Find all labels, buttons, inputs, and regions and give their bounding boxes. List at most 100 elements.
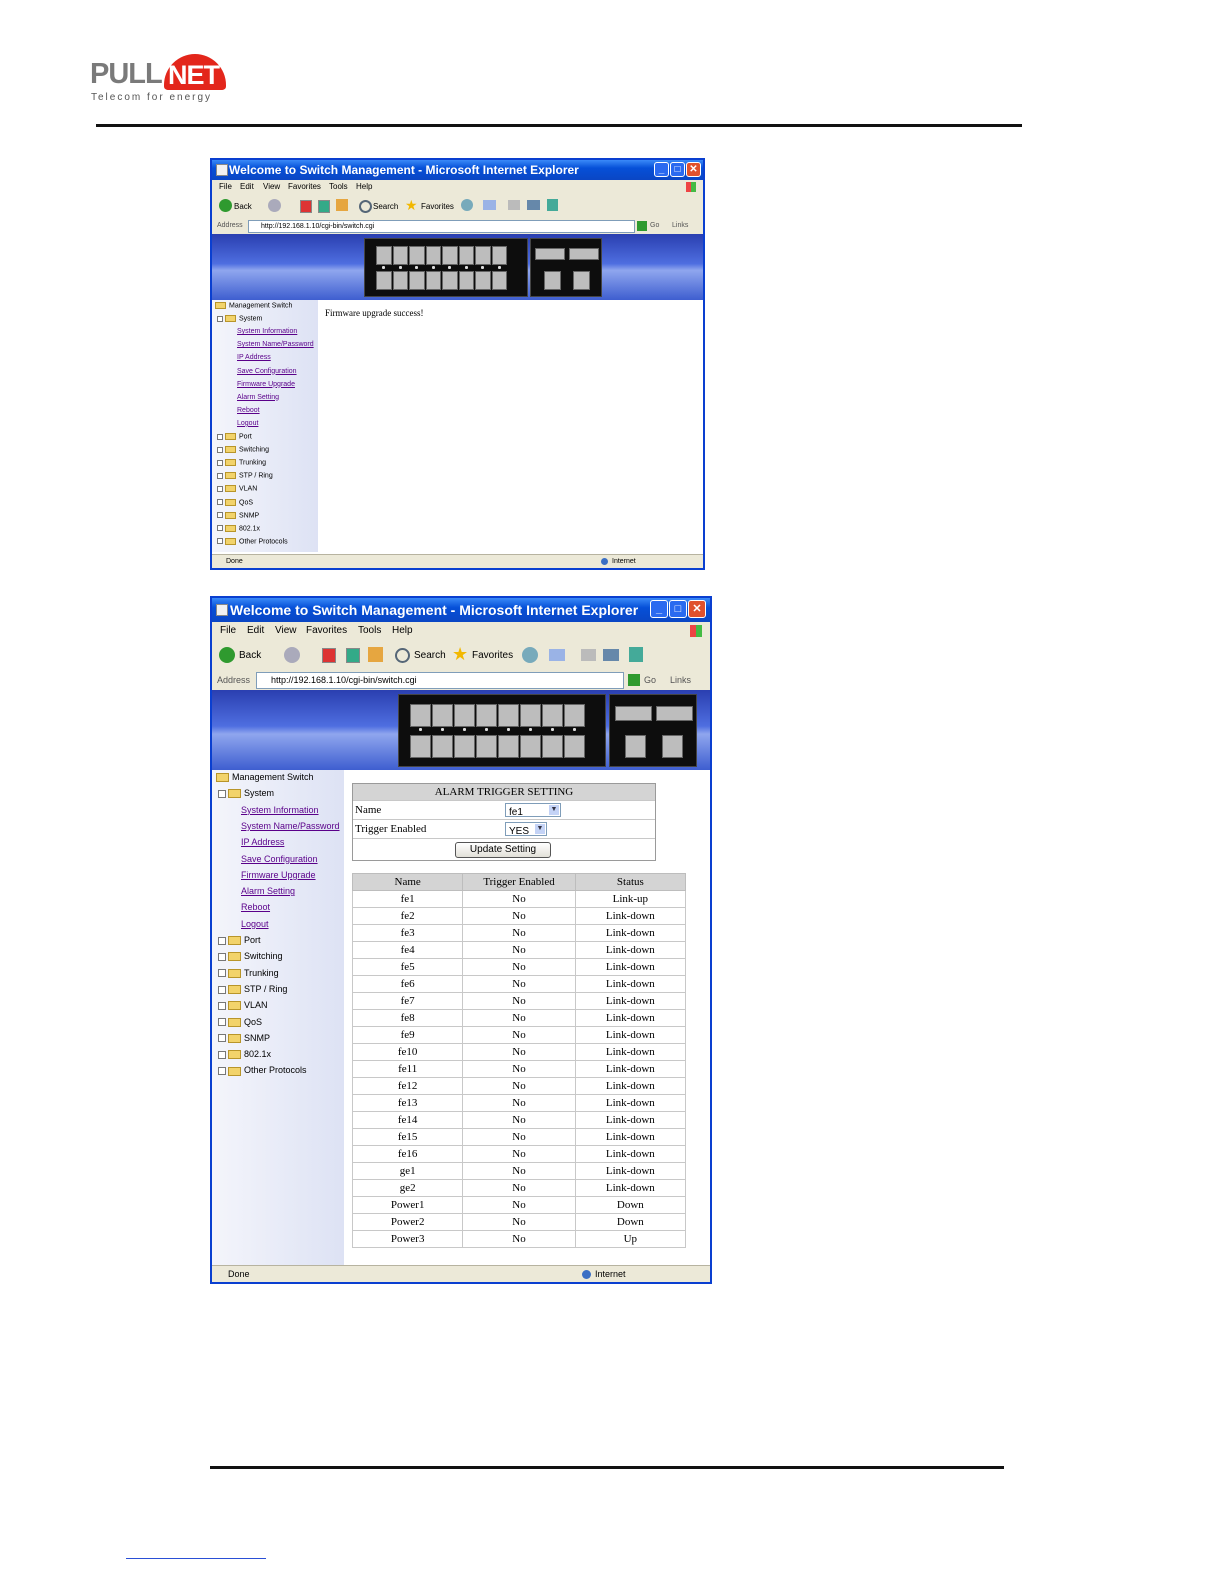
back-arrow-icon[interactable]: [219, 199, 232, 212]
mail-icon[interactable]: [483, 200, 496, 210]
expand-icon[interactable]: [217, 485, 223, 492]
menu-edit[interactable]: Edit: [240, 180, 254, 194]
menu-help[interactable]: Help: [392, 622, 413, 640]
messenger-icon[interactable]: [629, 647, 643, 662]
menu-favorites[interactable]: Favorites: [288, 180, 321, 194]
tree-folder-item[interactable]: VLAN: [218, 1000, 268, 1011]
tree-link-item[interactable]: Logout: [237, 420, 258, 427]
tree-folder-item[interactable]: SNMP: [217, 511, 259, 519]
update-setting-button[interactable]: Update Setting: [455, 842, 551, 858]
tree-link-item[interactable]: System Name/Password: [241, 821, 340, 831]
menu-tools[interactable]: Tools: [358, 622, 381, 640]
address-field[interactable]: http://192.168.1.10/cgi-bin/switch.cgi: [248, 220, 635, 233]
tree-folder-item[interactable]: STP / Ring: [217, 472, 273, 480]
print-icon[interactable]: [581, 649, 596, 661]
favorites-star-icon[interactable]: ★: [405, 197, 418, 214]
tree-link-item[interactable]: Reboot: [241, 902, 270, 912]
mail-icon[interactable]: [549, 649, 565, 661]
close-button[interactable]: ✕: [686, 162, 701, 177]
tree-folder-item[interactable]: Switching: [217, 446, 269, 453]
port-name-select[interactable]: fe1 ▼: [505, 803, 561, 818]
favorites-star-icon[interactable]: ★: [452, 644, 468, 665]
edit-icon[interactable]: [527, 200, 540, 210]
tree-folder-item[interactable]: Trunking: [217, 459, 266, 467]
expand-icon[interactable]: [218, 969, 226, 978]
expand-icon[interactable]: [217, 459, 223, 466]
go-arrow-icon[interactable]: [628, 674, 640, 686]
expand-icon[interactable]: [218, 1050, 226, 1059]
tree-folder-system[interactable]: System: [217, 315, 262, 322]
menu-favorites[interactable]: Favorites: [306, 622, 347, 640]
search-icon[interactable]: [395, 648, 410, 663]
tree-link-item[interactable]: Firmware Upgrade: [237, 381, 295, 388]
print-icon[interactable]: [508, 200, 520, 210]
expand-icon[interactable]: [217, 472, 223, 479]
tree-link-item[interactable]: IP Address: [237, 354, 271, 361]
chevron-down-icon[interactable]: ▼: [535, 824, 545, 834]
expand-icon[interactable]: [218, 985, 226, 994]
tree-folder-item[interactable]: Port: [218, 935, 261, 946]
links-label[interactable]: Links: [670, 670, 691, 690]
tree-link-item[interactable]: Firmware Upgrade: [241, 870, 316, 880]
tree-link-item[interactable]: Alarm Setting: [241, 886, 295, 896]
history-icon[interactable]: [461, 199, 473, 211]
back-button[interactable]: Back: [234, 202, 252, 211]
forward-arrow-icon[interactable]: [284, 647, 300, 663]
tree-folder-item[interactable]: Switching: [218, 951, 283, 962]
chevron-down-icon[interactable]: ▼: [549, 805, 559, 815]
expand-icon[interactable]: [218, 1001, 226, 1010]
tree-folder-item[interactable]: QoS: [218, 1017, 262, 1027]
tree-link-item[interactable]: Alarm Setting: [237, 394, 279, 401]
minimize-button[interactable]: _: [650, 600, 668, 618]
tree-link-item[interactable]: Logout: [241, 919, 269, 929]
tree-link-item[interactable]: Save Configuration: [241, 854, 318, 864]
expand-icon[interactable]: [218, 1034, 226, 1043]
tree-folder-item[interactable]: Other Protocols: [217, 537, 288, 545]
maximize-button[interactable]: □: [669, 600, 687, 618]
history-icon[interactable]: [522, 647, 538, 663]
maximize-button[interactable]: □: [670, 162, 685, 177]
minimize-button[interactable]: _: [654, 162, 669, 177]
links-label[interactable]: Links: [672, 218, 688, 234]
go-button[interactable]: Go: [644, 670, 656, 690]
menu-edit[interactable]: Edit: [247, 622, 264, 640]
tree-folder-item[interactable]: Trunking: [218, 968, 279, 978]
back-button[interactable]: Back: [239, 650, 261, 661]
favorites-button[interactable]: Favorites: [421, 202, 454, 211]
trigger-enabled-select[interactable]: YES ▼: [505, 822, 547, 837]
menu-file[interactable]: File: [219, 180, 232, 194]
search-button[interactable]: Search: [414, 650, 446, 661]
expand-icon[interactable]: [218, 1067, 226, 1076]
expand-icon[interactable]: [218, 936, 226, 945]
menu-view[interactable]: View: [263, 180, 280, 194]
go-arrow-icon[interactable]: [637, 221, 647, 231]
tree-link-item[interactable]: Reboot: [237, 407, 260, 414]
expand-icon[interactable]: [217, 499, 223, 505]
expand-icon[interactable]: [217, 538, 223, 545]
tree-folder-item[interactable]: 802.1x: [217, 524, 260, 532]
tree-folder-item[interactable]: SNMP: [218, 1033, 270, 1043]
home-icon[interactable]: [336, 199, 348, 211]
address-field[interactable]: http://192.168.1.10/cgi-bin/switch.cgi: [256, 672, 624, 689]
expand-icon[interactable]: [218, 952, 226, 961]
stop-icon[interactable]: [322, 648, 336, 663]
expand-icon[interactable]: [217, 525, 223, 532]
close-button[interactable]: ✕: [688, 600, 706, 618]
expand-icon[interactable]: [218, 1018, 226, 1027]
tree-folder-item[interactable]: STP / Ring: [218, 984, 287, 995]
menu-help[interactable]: Help: [356, 180, 372, 194]
tree-folder-item[interactable]: VLAN: [217, 485, 257, 493]
tree-folder-item[interactable]: 802.1x: [218, 1049, 271, 1060]
tree-link-item[interactable]: System Information: [237, 328, 297, 335]
messenger-icon[interactable]: [547, 199, 558, 211]
forward-arrow-icon[interactable]: [268, 199, 281, 212]
tree-folder-system[interactable]: System: [218, 788, 274, 799]
tree-folder-item[interactable]: Port: [217, 433, 252, 440]
refresh-icon[interactable]: [346, 648, 360, 663]
go-button[interactable]: Go: [650, 218, 659, 234]
search-button[interactable]: Search: [373, 202, 398, 211]
expand-icon[interactable]: [217, 433, 223, 440]
tree-link-item[interactable]: IP Address: [241, 837, 284, 847]
home-icon[interactable]: [368, 647, 383, 662]
expand-icon[interactable]: [217, 512, 223, 519]
